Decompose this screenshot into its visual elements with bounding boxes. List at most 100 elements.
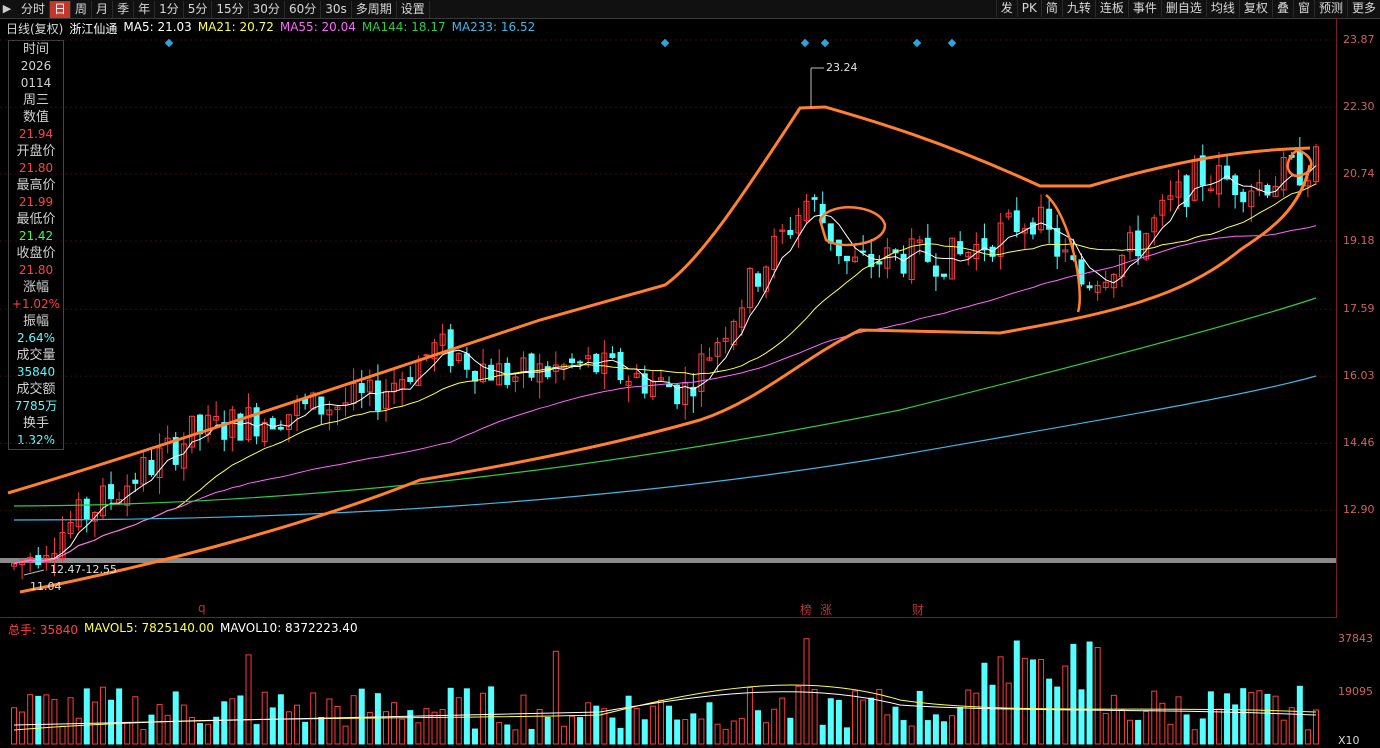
volume-bar — [140, 728, 147, 745]
volume-bar — [83, 688, 90, 745]
candle-body — [423, 354, 430, 357]
low-price-label: 11.04 — [30, 580, 62, 593]
volume-bar — [803, 638, 810, 745]
volume-bar — [391, 702, 398, 745]
volume-bar — [1005, 682, 1012, 745]
candle-body — [1232, 175, 1239, 196]
volume-bar — [156, 704, 163, 745]
volume-bar — [35, 695, 42, 745]
volume-bar — [649, 705, 656, 745]
volume-bar — [471, 728, 478, 745]
ma-line — [13, 297, 1317, 507]
event-tag-limitup[interactable]: 涨 — [820, 601, 832, 618]
volume-bar — [528, 728, 535, 745]
volume-bar — [1304, 729, 1311, 745]
vol-axis-top: 37843 — [1338, 632, 1373, 645]
candle-body — [787, 230, 794, 235]
volume-bar — [1078, 689, 1085, 745]
low-marker — [23, 569, 45, 576]
volume-bar — [666, 705, 673, 745]
volume-bar — [981, 662, 988, 745]
candle-body — [1296, 150, 1303, 186]
volume-bar — [892, 706, 899, 745]
candle-body — [941, 273, 947, 277]
volume-bar — [779, 697, 786, 745]
volume-bar — [1029, 659, 1036, 745]
volume-bar — [860, 699, 867, 745]
volume-bar — [771, 708, 778, 745]
volume-bar — [1288, 707, 1295, 745]
volume-bar — [1094, 646, 1101, 745]
volume-bar — [415, 722, 422, 745]
volume-bar — [924, 720, 931, 745]
candle-body — [407, 377, 414, 383]
ma-line — [13, 375, 1317, 521]
candle-body — [463, 353, 470, 370]
volume-bar — [1191, 729, 1198, 745]
candle-body — [666, 383, 673, 388]
volume-bar — [641, 719, 648, 745]
volume-bar — [949, 715, 956, 745]
volume-bar — [1118, 709, 1125, 745]
volume-bar — [213, 716, 220, 745]
candle-body — [471, 370, 478, 382]
volume-bar — [755, 710, 761, 745]
candle-body — [1029, 222, 1036, 235]
volume-bar — [496, 722, 503, 745]
volume-bar — [463, 688, 470, 745]
volume-bar — [900, 720, 907, 745]
volume-bar — [59, 725, 66, 745]
volume-bar — [746, 687, 753, 745]
volume-bar — [350, 695, 357, 745]
volume-bar — [180, 704, 187, 745]
volume-legend: 总手: 35840 MAVOL5: 7825140.00 MAVOL10: 83… — [8, 621, 358, 638]
candle-body — [843, 255, 850, 262]
volume-bar — [334, 706, 341, 745]
volume-bar — [965, 689, 972, 745]
volume-bar — [811, 689, 818, 745]
tool-button[interactable]: 更多 — [1346, 0, 1380, 17]
volume-bar — [1224, 693, 1231, 745]
volume-bar — [738, 717, 745, 745]
volume-bar — [706, 702, 713, 745]
price-tick: 22.30 — [1343, 100, 1375, 114]
volume-bar — [585, 702, 592, 745]
event-tag-finance[interactable]: 财 — [912, 601, 924, 618]
candle-body — [609, 353, 616, 358]
candle-body — [108, 484, 115, 500]
candle-body — [35, 555, 42, 566]
volume-bar — [148, 714, 155, 745]
mavol5-value: MAVOL5: 7825140.00 — [84, 621, 214, 635]
volume-bar — [358, 688, 365, 745]
volume-bar — [625, 695, 632, 745]
volume-bar — [75, 717, 82, 745]
volume-bar — [560, 725, 567, 745]
volume-bar — [221, 701, 228, 745]
volume-bar — [827, 698, 834, 745]
volume-bar — [19, 711, 26, 745]
volume-bar — [1264, 693, 1271, 745]
volume-bar — [1240, 688, 1247, 745]
candle-body — [358, 383, 365, 394]
volume-bar — [261, 691, 268, 745]
volume-bar — [124, 721, 131, 745]
volume-bar — [682, 719, 689, 745]
volume-bar — [714, 723, 721, 745]
volume-bar — [932, 714, 939, 745]
price-tick: 23.87 — [1343, 33, 1375, 46]
volume-bar — [1248, 691, 1255, 745]
volume-bar — [997, 656, 1004, 745]
volume-bar — [1280, 719, 1287, 745]
volume-bar — [884, 714, 891, 745]
mavol-line — [13, 684, 1317, 731]
event-tag-rank[interactable]: 榜 — [800, 601, 812, 618]
volume-bar — [1151, 690, 1158, 745]
volume-bar — [269, 707, 276, 745]
volume-bar — [1013, 640, 1020, 745]
candle-body — [617, 351, 624, 381]
volume-bar — [1175, 696, 1182, 745]
volume-bar — [1054, 686, 1061, 745]
volume-bar — [11, 707, 17, 745]
volume-bar — [876, 689, 883, 745]
volume-bar — [1046, 678, 1053, 745]
